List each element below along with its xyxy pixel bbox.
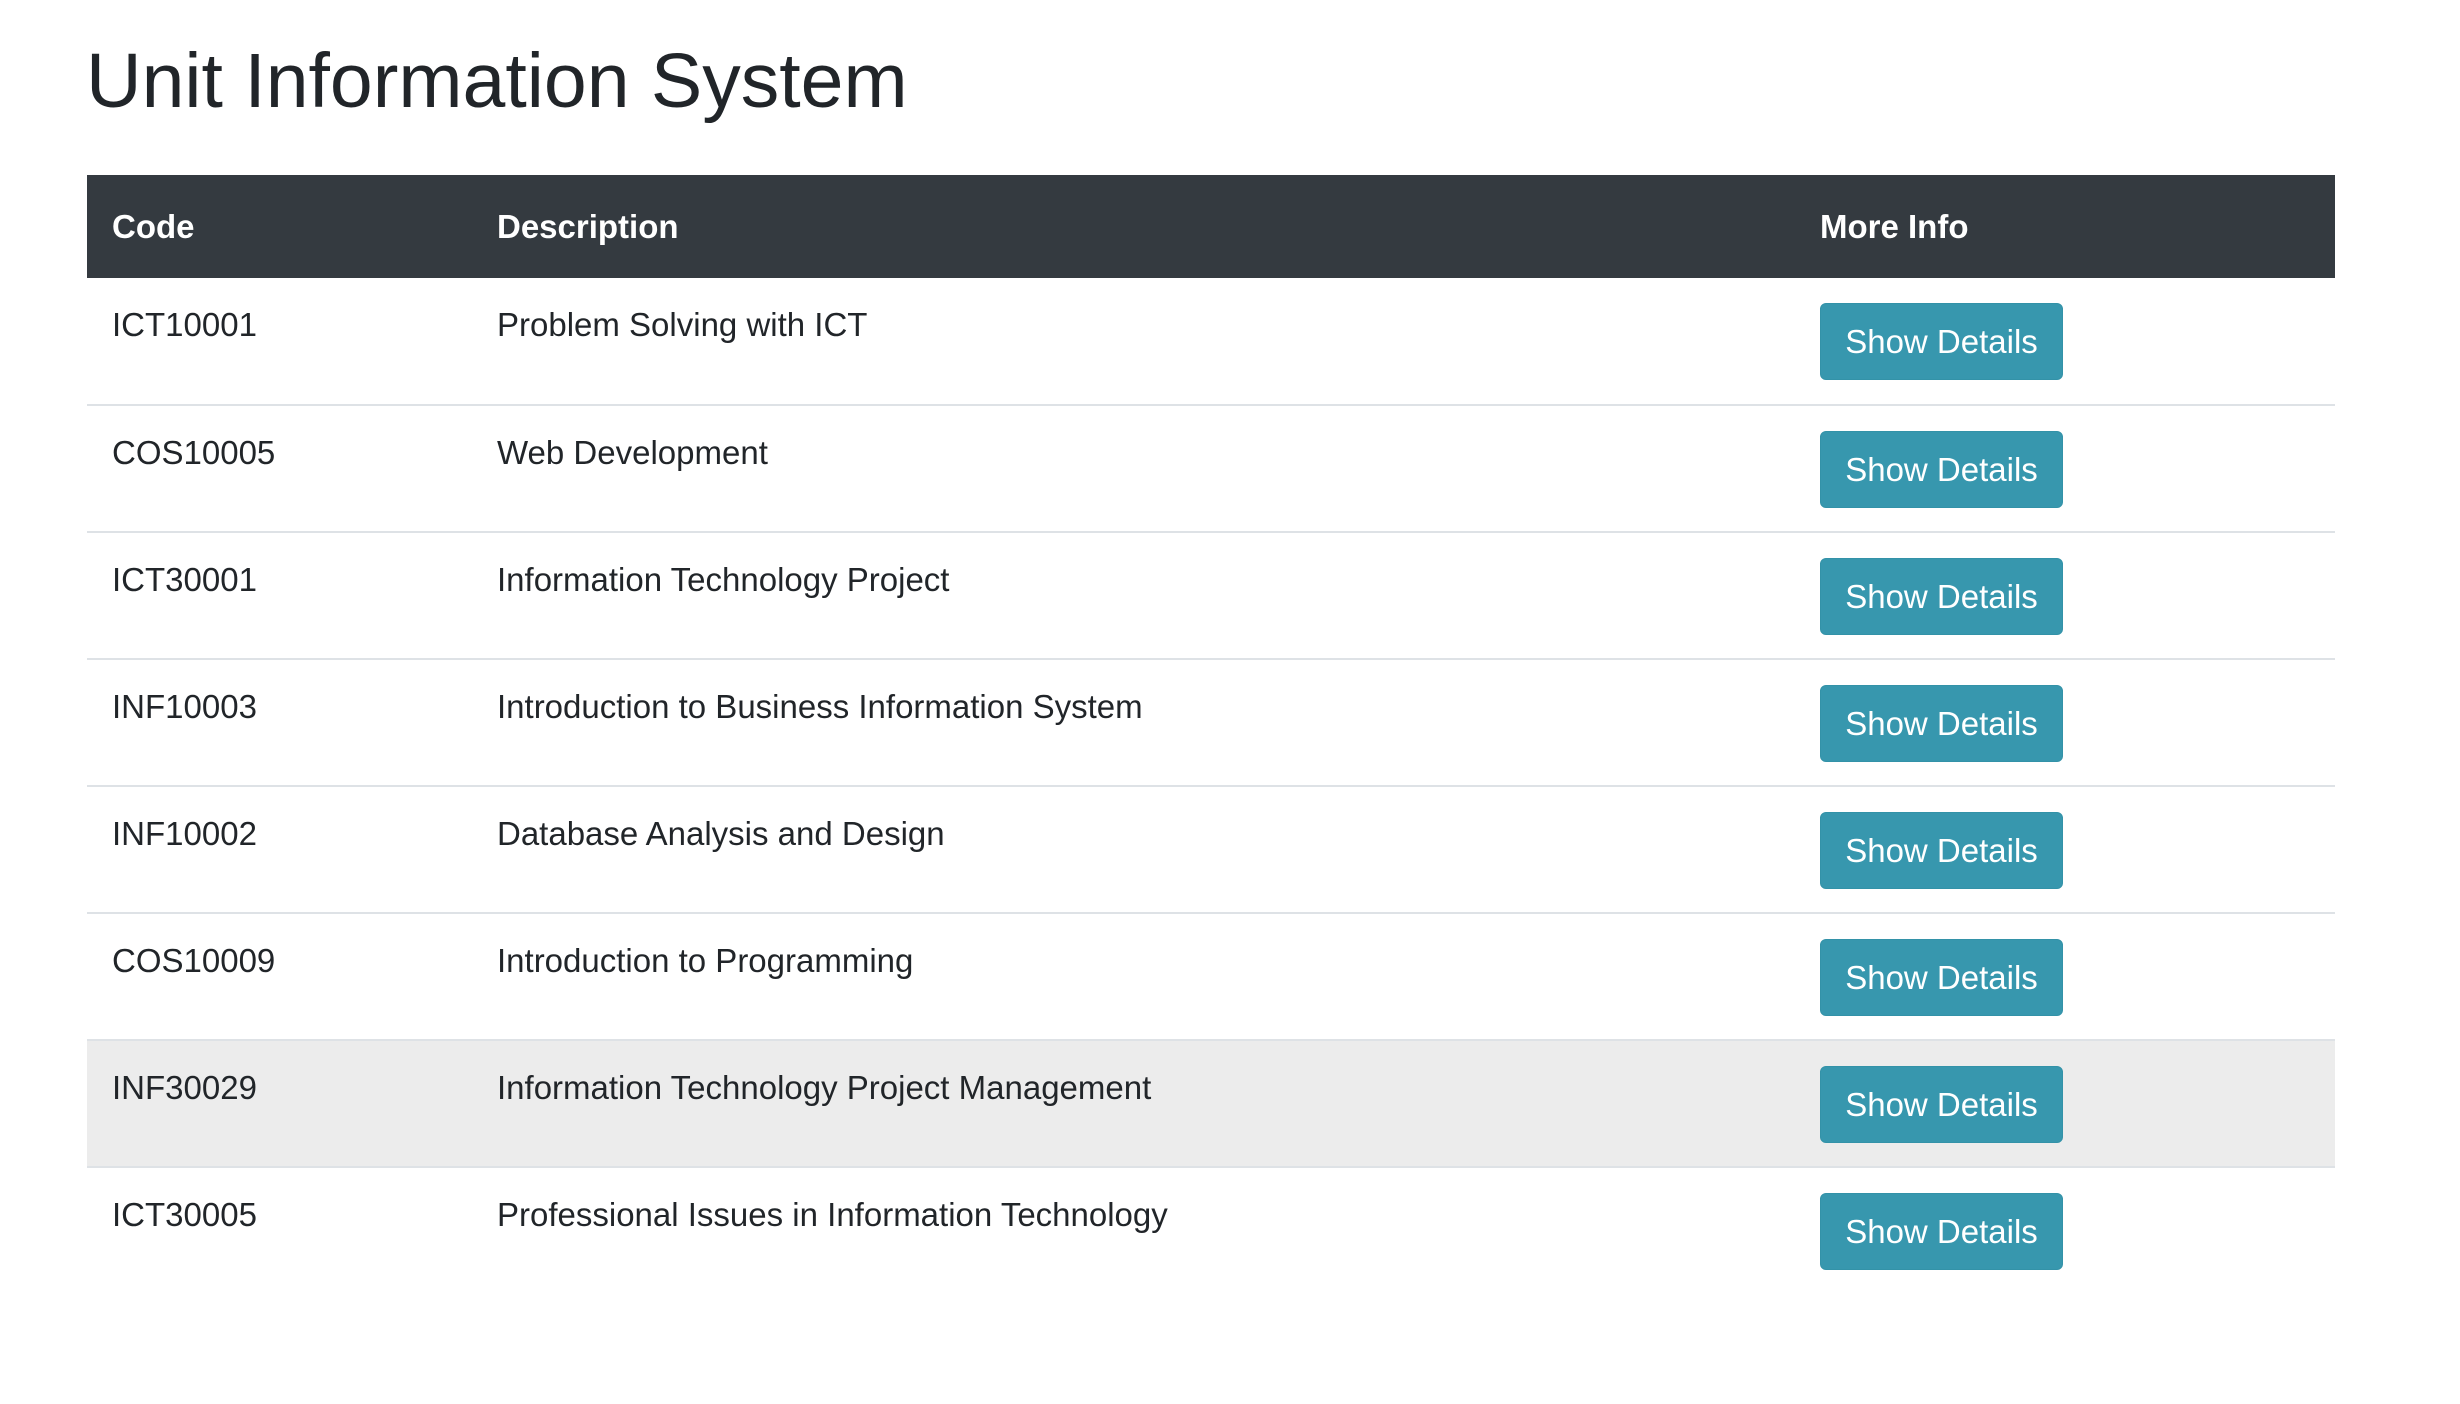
unit-description: Database Analysis and Design	[472, 786, 1795, 914]
table-row: ICT30001 Information Technology Project …	[87, 532, 2335, 660]
table-row: INF10003 Introduction to Business Inform…	[87, 659, 2335, 787]
more-info-cell: Show Details	[1795, 913, 2335, 1041]
column-header-more-info: More Info	[1820, 207, 1969, 245]
table-header-row: Code Description More Info	[87, 175, 2335, 278]
table-row-hovered: INF30029 Information Technology Project …	[87, 1040, 2335, 1168]
show-details-button[interactable]: Show Details	[1820, 431, 2063, 508]
show-details-button[interactable]: Show Details	[1820, 303, 2063, 380]
unit-code: COS10005	[87, 405, 472, 533]
show-details-button[interactable]: Show Details	[1820, 1193, 2063, 1270]
more-info-cell: Show Details	[1795, 1167, 2335, 1294]
column-header-description: Description	[497, 207, 679, 245]
show-details-button[interactable]: Show Details	[1820, 812, 2063, 889]
show-details-button[interactable]: Show Details	[1820, 558, 2063, 635]
units-table: Code Description More Info ICT10001 Prob…	[87, 175, 2335, 1294]
unit-description: Introduction to Programming	[472, 913, 1795, 1041]
table-row: COS10009 Introduction to Programming Sho…	[87, 913, 2335, 1041]
unit-code: INF30029	[87, 1040, 472, 1168]
more-info-cell: Show Details	[1795, 532, 2335, 660]
unit-code: ICT10001	[87, 278, 472, 406]
table-row: ICT10001 Problem Solving with ICT Show D…	[87, 278, 2335, 406]
unit-description: Information Technology Project Managemen…	[472, 1040, 1795, 1168]
table-row: ICT30005 Professional Issues in Informat…	[87, 1167, 2335, 1294]
unit-code: INF10002	[87, 786, 472, 914]
page: Unit Information System Code Description…	[0, 0, 2460, 1404]
table-row: INF10002 Database Analysis and Design Sh…	[87, 786, 2335, 914]
unit-description: Information Technology Project	[472, 532, 1795, 660]
show-details-button[interactable]: Show Details	[1820, 1066, 2063, 1143]
show-details-button[interactable]: Show Details	[1820, 939, 2063, 1016]
table-header: Code Description More Info	[87, 175, 2335, 278]
more-info-cell: Show Details	[1795, 659, 2335, 787]
unit-code: ICT30001	[87, 532, 472, 660]
table-body: ICT10001 Problem Solving with ICT Show D…	[87, 278, 2335, 1294]
table-row: COS10005 Web Development Show Details	[87, 405, 2335, 533]
unit-code: COS10009	[87, 913, 472, 1041]
more-info-cell: Show Details	[1795, 405, 2335, 533]
unit-description: Problem Solving with ICT	[472, 278, 1795, 406]
more-info-cell: Show Details	[1795, 278, 2335, 406]
unit-description: Web Development	[472, 405, 1795, 533]
unit-description: Professional Issues in Information Techn…	[497, 1196, 1168, 1233]
more-info-cell: Show Details	[1795, 786, 2335, 914]
unit-description: Introduction to Business Information Sys…	[472, 659, 1795, 787]
unit-code: INF10003	[87, 659, 472, 787]
more-info-cell: Show Details	[1795, 1040, 2335, 1168]
unit-code: ICT30005	[112, 1196, 257, 1233]
show-details-button[interactable]: Show Details	[1820, 685, 2063, 762]
column-header-code: Code	[112, 207, 195, 245]
page-title: Unit Information System	[86, 38, 908, 124]
